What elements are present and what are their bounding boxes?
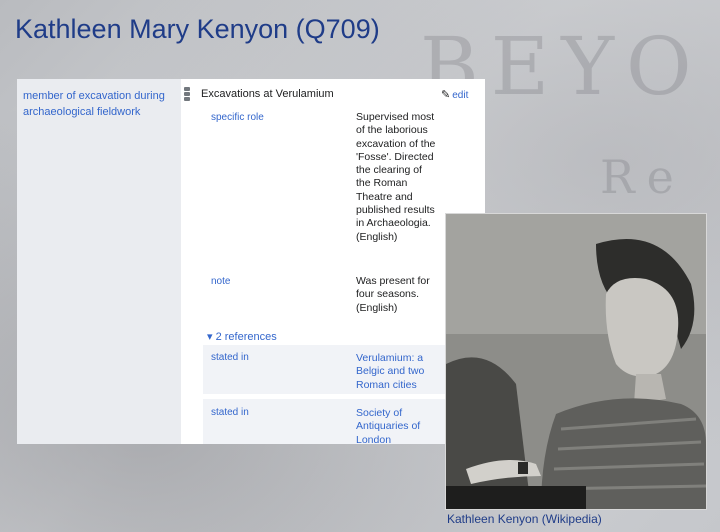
qualifier-value-note: Was present for four seasons. (English) — [356, 275, 430, 314]
slide-title: Kathleen Mary Kenyon (Q709) — [15, 14, 380, 44]
background-watermark-word-small: Re — [600, 150, 686, 204]
qualifier-value-specific-role: Supervised most of the laborious excavat… — [356, 111, 436, 243]
wikidata-statement-panel: member of excavation during archaeologic… — [17, 79, 485, 444]
qualifier-label-note[interactable]: note — [211, 276, 230, 287]
reference-value-link[interactable]: Verulamium: a Belgic and two Roman citie… — [356, 352, 438, 392]
reference-block: stated in Verulamium: a Belgic and two R… — [203, 345, 485, 394]
portrait-illustration — [446, 214, 706, 509]
portrait-photo — [445, 213, 707, 510]
references-toggle-label: 2 references — [215, 331, 277, 343]
property-link[interactable]: member of excavation during archaeologic… — [23, 88, 177, 120]
rank-normal-icon[interactable] — [183, 87, 191, 103]
property-column: member of excavation during archaeologic… — [17, 79, 181, 444]
edit-button[interactable]: ✎ edit — [441, 88, 468, 101]
pencil-icon: ✎ — [441, 89, 451, 101]
edit-label: edit — [452, 90, 469, 101]
triangle-down-icon: ▾ — [207, 331, 216, 343]
reference-label[interactable]: stated in — [211, 352, 249, 363]
statement-value: Excavations at Verulamium — [201, 88, 334, 100]
references-toggle[interactable]: ▾ 2 references — [207, 330, 277, 343]
photo-caption: Kathleen Kenyon (Wikipedia) — [447, 512, 602, 526]
qualifier-label-specific-role[interactable]: specific role — [211, 112, 264, 123]
reference-block: stated in Society of Antiquaries of Lond… — [203, 399, 485, 444]
reference-value-link[interactable]: Society of Antiquaries of London — [356, 407, 438, 444]
reference-label[interactable]: stated in — [211, 407, 249, 418]
